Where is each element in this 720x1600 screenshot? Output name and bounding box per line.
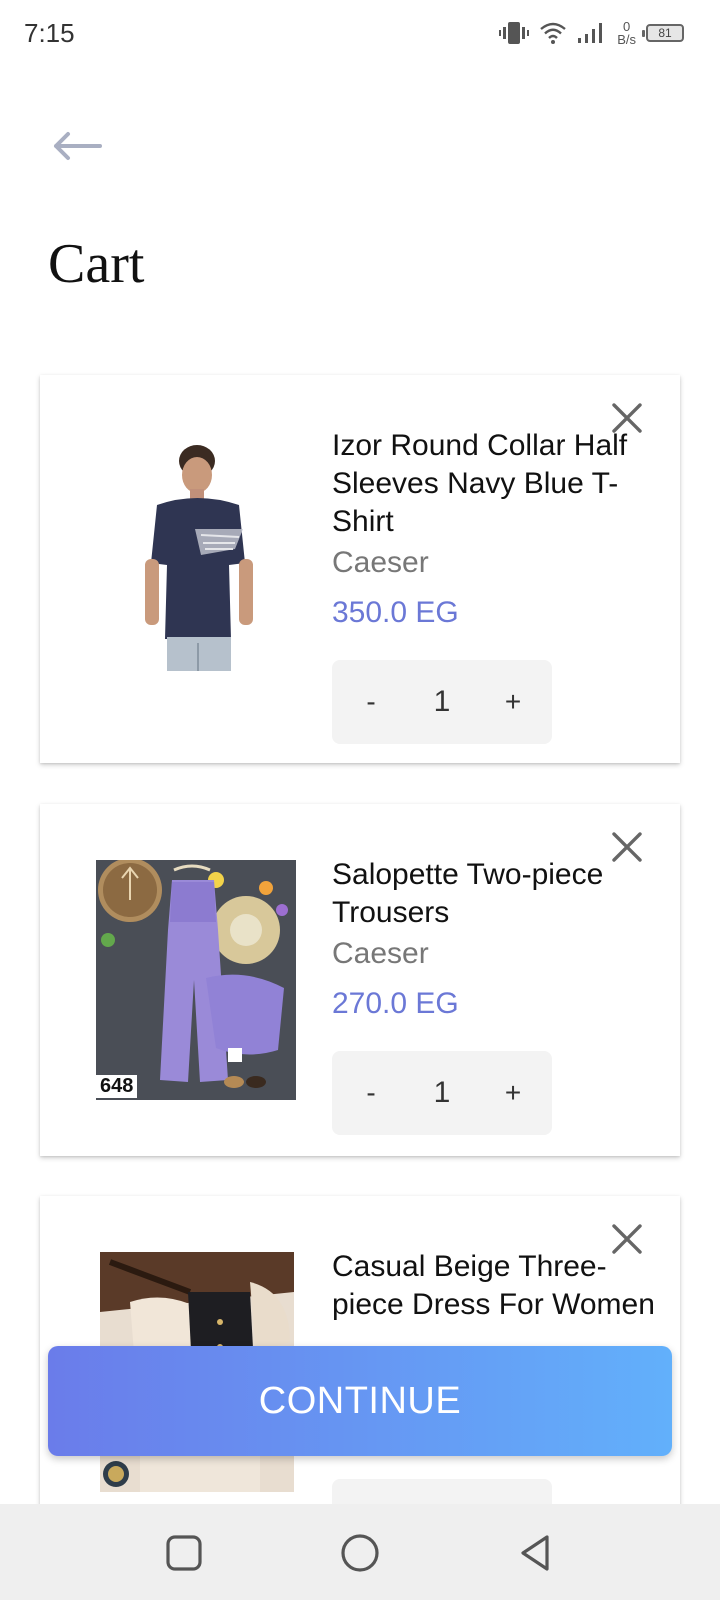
- product-name[interactable]: Izor Round Collar Half Sleeves Navy Blue…: [332, 427, 662, 541]
- continue-button[interactable]: CONTINUE: [48, 1346, 672, 1456]
- triangle-back-icon: [521, 1535, 549, 1571]
- status-time: 7:15: [24, 18, 75, 48]
- cart-item: Izor Round Collar Half Sleeves Navy Blue…: [40, 375, 680, 763]
- product-price: 350.0 EG: [332, 596, 459, 629]
- home-button[interactable]: [337, 1530, 383, 1576]
- signal-icon: [578, 23, 603, 43]
- product-name[interactable]: Casual Beige Three-piece Dress For Women: [332, 1248, 662, 1324]
- decrease-button[interactable]: -: [356, 1077, 386, 1109]
- product-price: 270.0 EG: [332, 987, 459, 1020]
- product-name[interactable]: Salopette Two-piece Trousers: [332, 856, 662, 932]
- product-image: [135, 439, 265, 671]
- quantity-value: 1: [433, 1076, 451, 1109]
- circle-icon: [341, 1534, 379, 1572]
- square-icon: [166, 1535, 202, 1571]
- product-image: 648: [96, 860, 296, 1100]
- purple-jumpsuit-image: [96, 860, 296, 1100]
- status-icons: 0 B/s 81: [499, 16, 684, 50]
- quantity-stepper: - 1 +: [332, 660, 552, 744]
- battery-icon: 81: [642, 24, 684, 42]
- status-bar: 7:15 0 B/s 81: [0, 0, 720, 64]
- back-nav-button[interactable]: [513, 1530, 559, 1576]
- product-brand: Caeser: [332, 937, 429, 970]
- network-speed: 0 B/s: [617, 19, 636, 47]
- image-tag-number: 648: [96, 1075, 138, 1098]
- quantity-stepper: - 1 +: [332, 1051, 552, 1135]
- product-brand: Caeser: [332, 546, 429, 579]
- wifi-icon: [540, 22, 566, 44]
- cart-item: 648 Salopette Two-piece Trousers Caeser …: [40, 804, 680, 1156]
- system-nav-bar: [0, 1504, 720, 1600]
- back-button[interactable]: [50, 122, 106, 170]
- recent-apps-button[interactable]: [161, 1530, 207, 1576]
- page-title: Cart: [48, 233, 145, 295]
- quantity-value: 1: [433, 685, 451, 718]
- arrow-left-icon: [54, 132, 102, 160]
- vibrate-icon: [499, 22, 530, 44]
- decrease-button[interactable]: -: [356, 686, 386, 718]
- increase-button[interactable]: +: [498, 686, 528, 718]
- increase-button[interactable]: +: [498, 1077, 528, 1109]
- tshirt-model-image: [135, 439, 265, 671]
